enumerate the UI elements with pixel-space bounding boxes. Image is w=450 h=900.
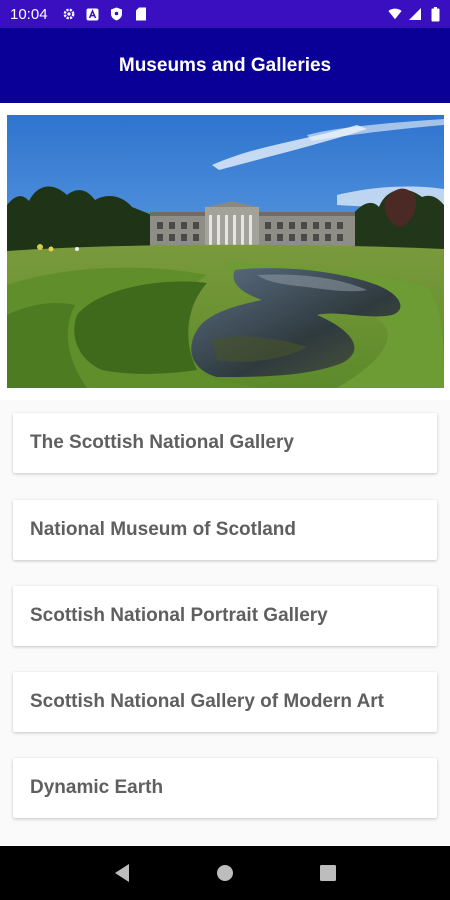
app-bar: Museums and Galleries (0, 28, 450, 103)
system-nav-bar (0, 846, 450, 900)
app-title: Museums and Galleries (118, 54, 332, 76)
a-badge-icon (86, 7, 100, 21)
museum-landscape-photo (7, 115, 444, 388)
list-item-label: National Museum of Scotland (30, 519, 297, 540)
list-item[interactable]: Dynamic Earth (13, 758, 437, 818)
status-time: 10:04 (10, 5, 48, 23)
shield-icon (110, 7, 124, 21)
signal-icon (408, 7, 422, 21)
hero-card (0, 103, 450, 400)
list-item[interactable]: Scottish National Gallery of Modern Art (13, 672, 437, 732)
back-icon[interactable] (111, 862, 133, 884)
list-item[interactable]: National Museum of Scotland (13, 500, 437, 560)
gear-icon (62, 7, 76, 21)
wifi-icon (388, 7, 402, 21)
list-item[interactable]: The Scottish National Gallery (13, 413, 437, 473)
status-bar: 10:04 (0, 0, 450, 28)
battery-icon (428, 6, 442, 21)
list-item-label: Dynamic Earth (30, 777, 164, 798)
list-item-label: Scottish National Gallery of Modern Art (30, 691, 385, 712)
home-icon[interactable] (214, 862, 236, 884)
recents-icon[interactable] (317, 862, 339, 884)
list-item-label: Scottish National Portrait Gallery (30, 605, 328, 626)
sd-card-icon (134, 7, 148, 21)
list-item-label: The Scottish National Gallery (30, 432, 294, 453)
list-item[interactable]: Scottish National Portrait Gallery (13, 586, 437, 646)
